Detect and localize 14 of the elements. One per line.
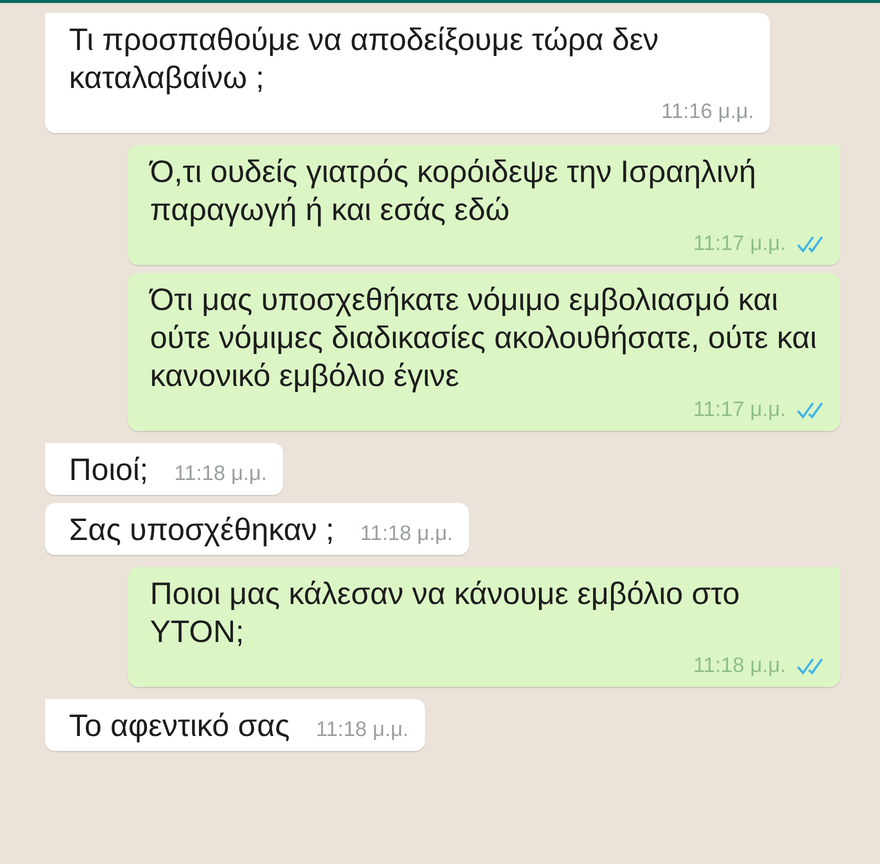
message-text: Ποιοι μας κάλεσαν να κάνουμε εμβόλιο στο ΥΤΟΝ;: [150, 575, 741, 651]
message-time: 11:18 μ.μ.: [316, 717, 409, 743]
message-time: 11:17 μ.μ.: [693, 231, 786, 257]
message-time: 11:16 μ.μ.: [661, 99, 754, 125]
message-text: Ποιοί;: [69, 451, 148, 489]
message-time: 11:18 μ.μ.: [360, 521, 453, 547]
message-time: 11:17 μ.μ.: [693, 397, 786, 423]
message-text: Σας υποσχέθηκαν ;: [69, 511, 334, 549]
message-time: 11:18 μ.μ.: [174, 461, 267, 487]
message-text: Το αφεντικό σας: [69, 707, 290, 745]
message-time: 11:18 μ.μ.: [693, 653, 786, 679]
message-text: Τι προσπαθούμε να αποδείξουμε τώρα δεν καταλαβαίνω ;: [69, 21, 660, 97]
message-text: Ότι μας υποσχεθήκατε νόμιμο εμβολιασμό και ούτε νόμιμες διαδικασίες ακολουθήσατε, ούτε και κανονικό εμβόλιο έγινε: [150, 281, 818, 395]
message-text: Ό,τι ουδείς γιατρός κορόιδεψε την Ισραηλινή παραγωγή ή και εσάς εδώ: [150, 153, 758, 229]
